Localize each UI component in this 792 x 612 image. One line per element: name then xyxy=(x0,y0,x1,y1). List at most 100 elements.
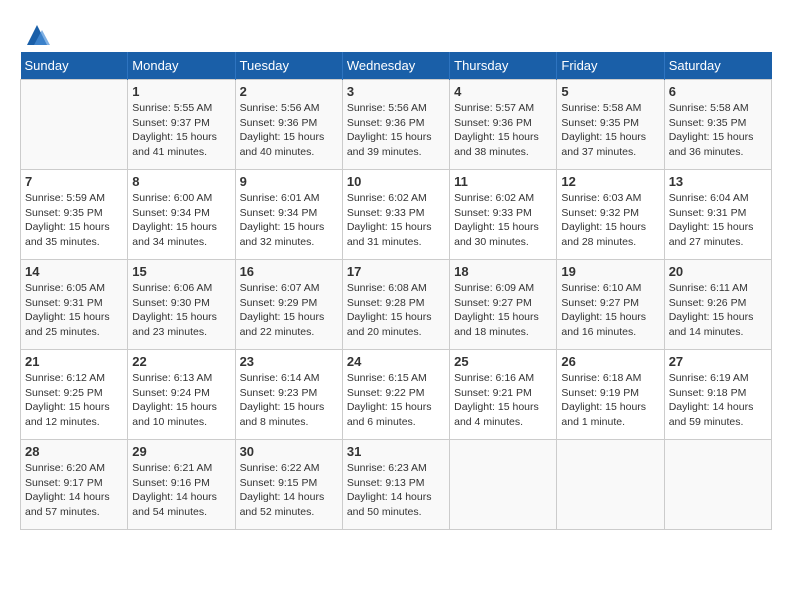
day-number: 8 xyxy=(132,174,230,189)
calendar-cell: 24 Sunrise: 6:15 AMSunset: 9:22 PMDaylig… xyxy=(342,350,449,440)
day-number: 28 xyxy=(25,444,123,459)
day-info: Sunrise: 6:05 AMSunset: 9:31 PMDaylight:… xyxy=(25,281,123,340)
calendar-week-2: 7 Sunrise: 5:59 AMSunset: 9:35 PMDayligh… xyxy=(21,170,772,260)
calendar-cell: 5 Sunrise: 5:58 AMSunset: 9:35 PMDayligh… xyxy=(557,80,664,170)
calendar-cell: 4 Sunrise: 5:57 AMSunset: 9:36 PMDayligh… xyxy=(450,80,557,170)
calendar-cell: 30 Sunrise: 6:22 AMSunset: 9:15 PMDaylig… xyxy=(235,440,342,530)
day-number: 3 xyxy=(347,84,445,99)
day-number: 4 xyxy=(454,84,552,99)
day-info: Sunrise: 6:07 AMSunset: 9:29 PMDaylight:… xyxy=(240,281,338,340)
calendar-table: SundayMondayTuesdayWednesdayThursdayFrid… xyxy=(20,52,772,530)
day-info: Sunrise: 5:58 AMSunset: 9:35 PMDaylight:… xyxy=(561,101,659,160)
day-number: 9 xyxy=(240,174,338,189)
day-number: 29 xyxy=(132,444,230,459)
day-info: Sunrise: 6:03 AMSunset: 9:32 PMDaylight:… xyxy=(561,191,659,250)
day-number: 17 xyxy=(347,264,445,279)
day-info: Sunrise: 5:58 AMSunset: 9:35 PMDaylight:… xyxy=(669,101,767,160)
day-number: 10 xyxy=(347,174,445,189)
calendar-cell: 15 Sunrise: 6:06 AMSunset: 9:30 PMDaylig… xyxy=(128,260,235,350)
day-info: Sunrise: 6:09 AMSunset: 9:27 PMDaylight:… xyxy=(454,281,552,340)
day-info: Sunrise: 6:20 AMSunset: 9:17 PMDaylight:… xyxy=(25,461,123,520)
day-number: 26 xyxy=(561,354,659,369)
day-info: Sunrise: 6:13 AMSunset: 9:24 PMDaylight:… xyxy=(132,371,230,430)
day-number: 24 xyxy=(347,354,445,369)
day-number: 2 xyxy=(240,84,338,99)
day-info: Sunrise: 6:06 AMSunset: 9:30 PMDaylight:… xyxy=(132,281,230,340)
calendar-week-1: 1 Sunrise: 5:55 AMSunset: 9:37 PMDayligh… xyxy=(21,80,772,170)
calendar-cell xyxy=(557,440,664,530)
day-number: 18 xyxy=(454,264,552,279)
calendar-cell: 10 Sunrise: 6:02 AMSunset: 9:33 PMDaylig… xyxy=(342,170,449,260)
day-number: 16 xyxy=(240,264,338,279)
calendar-cell: 1 Sunrise: 5:55 AMSunset: 9:37 PMDayligh… xyxy=(128,80,235,170)
day-number: 13 xyxy=(669,174,767,189)
day-info: Sunrise: 6:08 AMSunset: 9:28 PMDaylight:… xyxy=(347,281,445,340)
day-number: 15 xyxy=(132,264,230,279)
day-number: 23 xyxy=(240,354,338,369)
day-info: Sunrise: 6:23 AMSunset: 9:13 PMDaylight:… xyxy=(347,461,445,520)
calendar-week-5: 28 Sunrise: 6:20 AMSunset: 9:17 PMDaylig… xyxy=(21,440,772,530)
calendar-cell: 12 Sunrise: 6:03 AMSunset: 9:32 PMDaylig… xyxy=(557,170,664,260)
calendar-cell: 20 Sunrise: 6:11 AMSunset: 9:26 PMDaylig… xyxy=(664,260,771,350)
day-number: 1 xyxy=(132,84,230,99)
day-info: Sunrise: 5:55 AMSunset: 9:37 PMDaylight:… xyxy=(132,101,230,160)
day-info: Sunrise: 6:22 AMSunset: 9:15 PMDaylight:… xyxy=(240,461,338,520)
day-number: 14 xyxy=(25,264,123,279)
page-header xyxy=(20,20,772,42)
calendar-cell: 16 Sunrise: 6:07 AMSunset: 9:29 PMDaylig… xyxy=(235,260,342,350)
calendar-week-4: 21 Sunrise: 6:12 AMSunset: 9:25 PMDaylig… xyxy=(21,350,772,440)
day-header-tuesday: Tuesday xyxy=(235,52,342,80)
calendar-cell: 2 Sunrise: 5:56 AMSunset: 9:36 PMDayligh… xyxy=(235,80,342,170)
calendar-cell: 25 Sunrise: 6:16 AMSunset: 9:21 PMDaylig… xyxy=(450,350,557,440)
calendar-cell xyxy=(450,440,557,530)
day-number: 22 xyxy=(132,354,230,369)
day-info: Sunrise: 6:15 AMSunset: 9:22 PMDaylight:… xyxy=(347,371,445,430)
day-info: Sunrise: 5:57 AMSunset: 9:36 PMDaylight:… xyxy=(454,101,552,160)
day-number: 19 xyxy=(561,264,659,279)
day-number: 20 xyxy=(669,264,767,279)
day-info: Sunrise: 6:11 AMSunset: 9:26 PMDaylight:… xyxy=(669,281,767,340)
calendar-cell: 31 Sunrise: 6:23 AMSunset: 9:13 PMDaylig… xyxy=(342,440,449,530)
calendar-cell: 3 Sunrise: 5:56 AMSunset: 9:36 PMDayligh… xyxy=(342,80,449,170)
day-header-sunday: Sunday xyxy=(21,52,128,80)
logo-icon xyxy=(22,20,52,50)
calendar-cell: 26 Sunrise: 6:18 AMSunset: 9:19 PMDaylig… xyxy=(557,350,664,440)
day-info: Sunrise: 6:10 AMSunset: 9:27 PMDaylight:… xyxy=(561,281,659,340)
calendar-cell: 7 Sunrise: 5:59 AMSunset: 9:35 PMDayligh… xyxy=(21,170,128,260)
day-header-monday: Monday xyxy=(128,52,235,80)
day-info: Sunrise: 6:14 AMSunset: 9:23 PMDaylight:… xyxy=(240,371,338,430)
day-info: Sunrise: 6:00 AMSunset: 9:34 PMDaylight:… xyxy=(132,191,230,250)
day-info: Sunrise: 5:59 AMSunset: 9:35 PMDaylight:… xyxy=(25,191,123,250)
day-header-thursday: Thursday xyxy=(450,52,557,80)
day-number: 11 xyxy=(454,174,552,189)
day-info: Sunrise: 6:01 AMSunset: 9:34 PMDaylight:… xyxy=(240,191,338,250)
calendar-cell xyxy=(21,80,128,170)
day-number: 5 xyxy=(561,84,659,99)
day-info: Sunrise: 5:56 AMSunset: 9:36 PMDaylight:… xyxy=(240,101,338,160)
day-info: Sunrise: 6:19 AMSunset: 9:18 PMDaylight:… xyxy=(669,371,767,430)
calendar-cell: 9 Sunrise: 6:01 AMSunset: 9:34 PMDayligh… xyxy=(235,170,342,260)
day-header-saturday: Saturday xyxy=(664,52,771,80)
calendar-cell: 23 Sunrise: 6:14 AMSunset: 9:23 PMDaylig… xyxy=(235,350,342,440)
day-info: Sunrise: 6:16 AMSunset: 9:21 PMDaylight:… xyxy=(454,371,552,430)
calendar-cell: 27 Sunrise: 6:19 AMSunset: 9:18 PMDaylig… xyxy=(664,350,771,440)
day-header-wednesday: Wednesday xyxy=(342,52,449,80)
calendar-week-3: 14 Sunrise: 6:05 AMSunset: 9:31 PMDaylig… xyxy=(21,260,772,350)
calendar-cell: 6 Sunrise: 5:58 AMSunset: 9:35 PMDayligh… xyxy=(664,80,771,170)
day-number: 21 xyxy=(25,354,123,369)
day-info: Sunrise: 6:02 AMSunset: 9:33 PMDaylight:… xyxy=(347,191,445,250)
day-info: Sunrise: 6:18 AMSunset: 9:19 PMDaylight:… xyxy=(561,371,659,430)
calendar-cell: 21 Sunrise: 6:12 AMSunset: 9:25 PMDaylig… xyxy=(21,350,128,440)
calendar-cell: 14 Sunrise: 6:05 AMSunset: 9:31 PMDaylig… xyxy=(21,260,128,350)
calendar-cell: 28 Sunrise: 6:20 AMSunset: 9:17 PMDaylig… xyxy=(21,440,128,530)
calendar-cell: 11 Sunrise: 6:02 AMSunset: 9:33 PMDaylig… xyxy=(450,170,557,260)
day-number: 31 xyxy=(347,444,445,459)
day-number: 7 xyxy=(25,174,123,189)
calendar-cell: 13 Sunrise: 6:04 AMSunset: 9:31 PMDaylig… xyxy=(664,170,771,260)
day-number: 12 xyxy=(561,174,659,189)
calendar-cell: 29 Sunrise: 6:21 AMSunset: 9:16 PMDaylig… xyxy=(128,440,235,530)
day-info: Sunrise: 6:21 AMSunset: 9:16 PMDaylight:… xyxy=(132,461,230,520)
day-number: 6 xyxy=(669,84,767,99)
day-info: Sunrise: 6:02 AMSunset: 9:33 PMDaylight:… xyxy=(454,191,552,250)
logo xyxy=(20,20,52,42)
